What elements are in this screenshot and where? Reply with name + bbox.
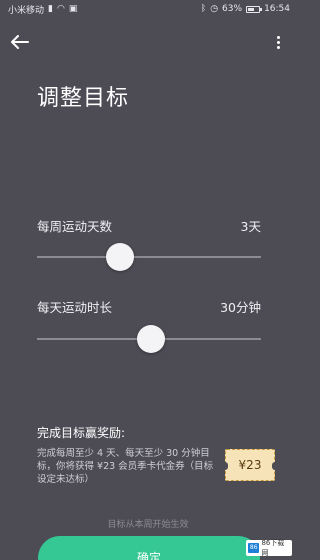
back-button[interactable] [10, 32, 30, 52]
watermark-logo: 86 86下载网 [246, 539, 292, 557]
daily-duration-value: 30分钟 [220, 300, 261, 315]
coupon-badge: ¥23 [222, 449, 278, 481]
confirm-button[interactable]: 确定 [38, 536, 260, 560]
notification-icon: ▣ [68, 3, 78, 14]
alarm-icon: ◷ [210, 3, 219, 14]
more-vertical-icon [276, 35, 280, 39]
reward-heading: 完成目标赢奖励: [37, 426, 126, 440]
slider-thumb[interactable] [105, 243, 134, 271]
battery-icon [246, 5, 263, 13]
watermark-badge: 86 [248, 543, 260, 553]
wifi-icon: ◠ [56, 3, 65, 14]
weekly-days-label: 每周运动天数 [37, 219, 113, 234]
arrow-left-icon [11, 35, 29, 49]
battery-percent: 63% [222, 4, 243, 14]
status-bar: 小米移动 ▮ ◠ ▣ ᛒ ◷ 63% 16:54 [0, 0, 296, 18]
slider-thumb[interactable] [137, 325, 166, 353]
effective-note: 目标从本周开始生效 [107, 520, 189, 530]
carrier-label: 小米移动 [8, 5, 45, 16]
more-options-button[interactable] [270, 32, 286, 52]
bluetooth-icon: ᛒ [200, 3, 207, 14]
status-time: 16:54 [264, 4, 290, 14]
watermark-text: 86下载网 [261, 539, 285, 557]
daily-duration-slider[interactable] [37, 325, 261, 353]
signal-icon: ▮ [48, 3, 53, 14]
weekly-days-slider[interactable] [37, 243, 261, 271]
page-title: 调整目标 [37, 86, 130, 111]
reward-description: 完成每周至少 4 天、每天至少 30 分钟目标，你将获得 ¥23 会员季卡代金券… [37, 448, 214, 485]
weekly-days-value: 3天 [240, 219, 261, 234]
daily-duration-label: 每天运动时长 [37, 300, 113, 315]
slider-track [37, 256, 261, 258]
